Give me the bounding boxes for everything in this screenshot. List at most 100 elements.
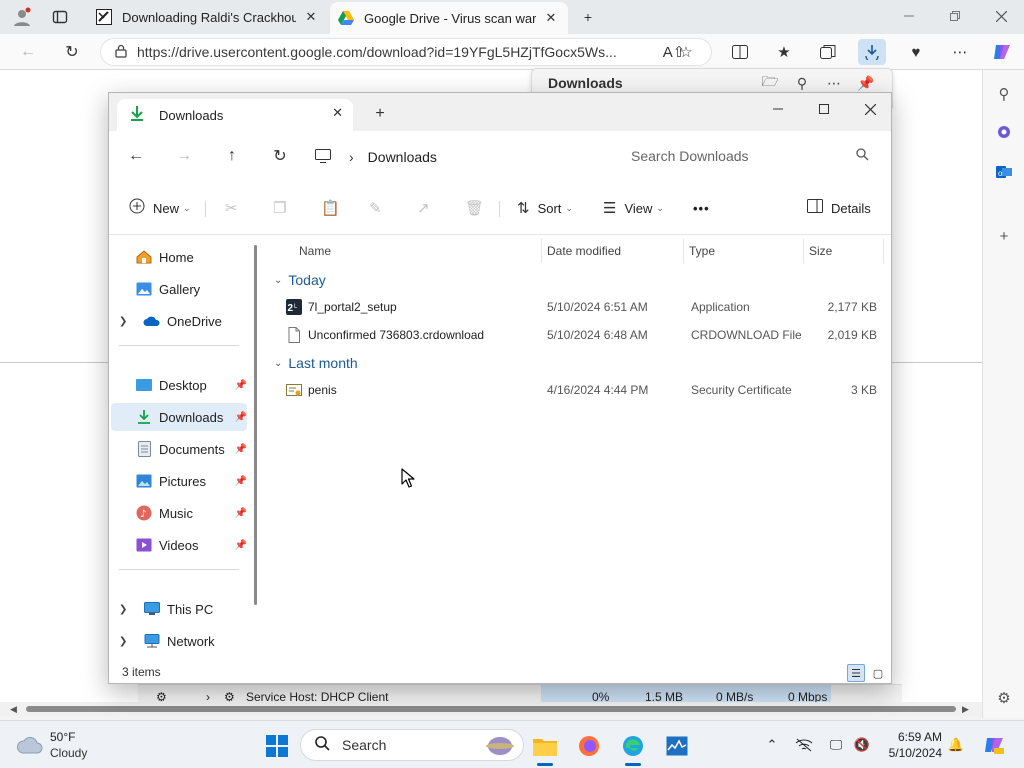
flyout-more-icon[interactable]: ⋯ xyxy=(822,73,846,93)
url-field[interactable]: https://drive.usercontent.google.com/dow… xyxy=(100,38,712,66)
file-explorer-icon[interactable] xyxy=(530,731,560,761)
outlook-icon[interactable]: o xyxy=(992,160,1016,184)
taskbar-search-input[interactable]: Search xyxy=(300,729,524,761)
notifications-bell-icon[interactable]: 🔔 xyxy=(946,735,966,755)
collections-icon[interactable] xyxy=(814,39,842,65)
explorer-back-icon[interactable]: ← xyxy=(123,144,149,168)
view-button[interactable]: ☰ View ⌄ xyxy=(603,195,664,221)
breadcrumb[interactable]: › Downloads xyxy=(315,144,605,170)
firefox-icon[interactable] xyxy=(574,731,604,761)
back-icon[interactable]: ← xyxy=(14,38,42,66)
sidebar-item-pictures[interactable]: Pictures 📌 xyxy=(111,467,247,495)
sidebar-add-icon[interactable]: + xyxy=(992,224,1016,248)
sidebar-copilot-icon[interactable] xyxy=(992,120,1016,144)
column-header-type[interactable]: Type xyxy=(684,239,804,263)
open-folder-icon[interactable]: 🗁 xyxy=(758,73,782,93)
explorer-search-input[interactable]: Search Downloads xyxy=(615,141,881,171)
copilot-taskbar-icon[interactable] xyxy=(982,735,1006,755)
explorer-up-icon[interactable]: ↑ xyxy=(219,144,245,168)
copilot-icon[interactable] xyxy=(988,39,1016,65)
scroll-left-icon[interactable]: ◀ xyxy=(10,704,17,715)
breadcrumb-chevron-icon[interactable]: › xyxy=(349,149,354,165)
show-hidden-icons-icon[interactable]: ⌃ xyxy=(762,735,782,755)
sidebar-item-music[interactable]: ♪ Music 📌 xyxy=(111,499,247,527)
tiles-view-icon[interactable]: ▢ xyxy=(869,664,887,682)
edge-icon[interactable] xyxy=(618,731,648,761)
flyout-search-icon[interactable]: ⚲ xyxy=(790,73,814,93)
file-row[interactable]: penis 4/16/2024 4:44 PM Security Certifi… xyxy=(276,376,881,404)
explorer-tab[interactable]: Downloads ✕ xyxy=(117,99,353,131)
minimize-icon[interactable] xyxy=(886,4,932,28)
expand-chevron-icon[interactable]: ❯ xyxy=(119,604,133,615)
sidebar-item-documents[interactable]: Documents 📌 xyxy=(111,435,247,463)
close-tab-icon[interactable]: ✕ xyxy=(302,9,320,25)
page-horizontal-scrollbar[interactable]: ◀ ▶ xyxy=(0,702,982,716)
display-icon[interactable]: 🖵 xyxy=(826,735,846,755)
file-row[interactable]: 2L 7l_portal2_setup 5/10/2024 6:51 AM Ap… xyxy=(276,293,881,321)
favorite-star-icon[interactable]: ☆ xyxy=(672,39,700,65)
delete-icon[interactable]: 🗑 xyxy=(465,195,484,221)
settings-more-icon[interactable]: ⋯ xyxy=(946,39,974,65)
windows-start-icon[interactable] xyxy=(262,731,292,761)
new-button[interactable]: New ⌄ xyxy=(129,195,191,221)
profile-icon[interactable] xyxy=(10,5,34,29)
downloads-toolbar-icon[interactable] xyxy=(858,39,886,65)
explorer-close-icon[interactable] xyxy=(847,97,891,121)
details-button[interactable]: Details xyxy=(807,195,871,221)
sidebar-item-this-pc[interactable]: ❯ This PC xyxy=(111,595,247,623)
cut-icon[interactable]: ✂ xyxy=(225,195,238,221)
group-header-today[interactable]: ⌄ Today xyxy=(274,267,326,293)
expand-chevron-icon[interactable]: ❯ xyxy=(119,636,133,647)
sidebar-item-desktop[interactable]: Desktop 📌 xyxy=(111,371,247,399)
favorites-icon[interactable]: ★ xyxy=(770,39,798,65)
sidebar-item-home[interactable]: Home xyxy=(111,243,247,271)
explorer-maximize-icon[interactable] xyxy=(801,97,847,121)
system-clock[interactable]: 6:59 AM 5/10/2024 xyxy=(884,729,942,761)
share-icon[interactable]: ↗ xyxy=(417,195,430,221)
network-status-icon[interactable] xyxy=(794,735,814,755)
sort-button[interactable]: ⇅ Sort ⌄ xyxy=(517,195,573,221)
browser-tab-1[interactable]: Google Drive - Virus scan warning ✕ xyxy=(330,2,568,34)
expand-chevron-icon[interactable]: ❯ xyxy=(119,316,133,327)
explorer-forward-icon[interactable]: → xyxy=(171,144,197,168)
sidebar-settings-icon[interactable]: ⚙ xyxy=(992,686,1016,710)
sidebar-item-onedrive[interactable]: ❯ OneDrive xyxy=(111,307,247,335)
collapse-chevron-icon[interactable]: ⌄ xyxy=(274,275,282,286)
explorer-minimize-icon[interactable] xyxy=(755,97,801,121)
tab-actions-icon[interactable] xyxy=(48,5,72,29)
browser-essentials-icon[interactable]: ♥ xyxy=(902,39,930,65)
sidebar-item-videos[interactable]: Videos 📌 xyxy=(111,531,247,559)
new-explorer-tab-button[interactable]: + xyxy=(371,105,389,123)
weather-widget[interactable]: 50°F Cloudy xyxy=(16,729,126,763)
new-tab-button[interactable]: + xyxy=(576,5,600,29)
file-row[interactable]: Unconfirmed 736803.crdownload 5/10/2024 … xyxy=(276,321,881,349)
more-options-button[interactable]: ••• xyxy=(693,195,710,221)
explorer-refresh-icon[interactable]: ↻ xyxy=(267,144,293,168)
sidebar-scrollbar[interactable] xyxy=(254,245,257,605)
sidebar-item-downloads[interactable]: Downloads 📌 xyxy=(111,403,247,431)
volume-muted-icon[interactable]: 🔇 xyxy=(852,735,872,755)
breadcrumb-current[interactable]: Downloads xyxy=(368,149,437,165)
close-window-icon[interactable] xyxy=(978,4,1024,28)
restore-icon[interactable] xyxy=(932,4,978,28)
task-manager-icon[interactable] xyxy=(662,731,692,761)
group-header-last-month[interactable]: ⌄ Last month xyxy=(274,350,358,376)
scroll-thumb[interactable] xyxy=(26,706,956,712)
collapse-chevron-icon[interactable]: ⌄ xyxy=(274,358,282,369)
scroll-right-icon[interactable]: ▶ xyxy=(962,704,969,715)
pin-icon[interactable]: 📌 xyxy=(854,73,878,93)
copy-icon[interactable]: ❐ xyxy=(273,195,286,221)
refresh-icon[interactable]: ↻ xyxy=(58,38,86,66)
sidebar-search-icon[interactable]: ⚲ xyxy=(992,82,1016,106)
sidebar-item-network[interactable]: ❯ Network xyxy=(111,627,247,655)
split-screen-icon[interactable] xyxy=(726,39,754,65)
sidebar-item-gallery[interactable]: Gallery xyxy=(111,275,247,303)
details-view-icon[interactable]: ☰ xyxy=(847,664,865,682)
paste-icon[interactable]: 📋 xyxy=(321,195,340,221)
close-explorer-tab-icon[interactable]: ✕ xyxy=(332,105,343,121)
browser-tab-0[interactable]: Downloading Raldi's Crackhouse ✕ xyxy=(88,4,328,30)
close-tab-icon[interactable]: ✕ xyxy=(542,10,560,26)
column-header-date[interactable]: Date modified xyxy=(542,239,684,263)
column-header-size[interactable]: Size xyxy=(804,239,884,263)
column-header-name[interactable]: Name xyxy=(294,239,542,263)
